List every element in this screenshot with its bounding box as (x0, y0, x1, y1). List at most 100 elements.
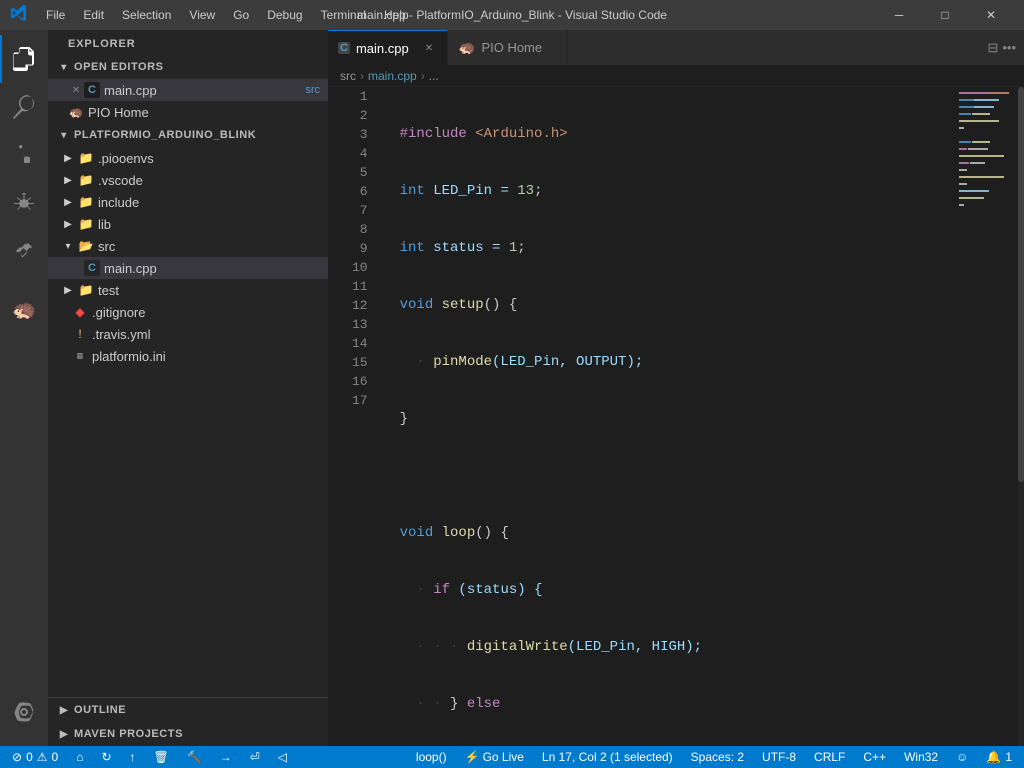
line-num-8: 8 (352, 220, 368, 239)
errors-indicator[interactable]: ⊘ 0 ⚠ 0 (8, 746, 62, 768)
tree-item-test[interactable]: ▶ 📁 test (48, 279, 328, 301)
code-line-9: · if (status) { (400, 581, 954, 600)
open-editors-chevron: ▾ (56, 59, 72, 75)
open-editor-main-cpp[interactable]: ✕ C main.cpp src (48, 79, 328, 101)
include-label: include (98, 195, 320, 210)
breadcrumb-main-cpp[interactable]: main.cpp (368, 69, 417, 83)
notifications-icon: 🔔 (986, 750, 1001, 764)
folder-icon: 📁 (78, 150, 94, 166)
settings-activity-icon[interactable] (0, 688, 48, 736)
breadcrumb: src › main.cpp › ... (328, 65, 1024, 87)
tree-item-gitignore[interactable]: ◆ .gitignore (48, 301, 328, 323)
open-editors-header[interactable]: ▾ Open Editors (48, 55, 328, 79)
sync-status[interactable]: ↻ (97, 746, 115, 768)
tab-pio-home-label: PIO Home (481, 40, 542, 55)
language-mode-label: C++ (863, 750, 886, 764)
platformio-activity-icon[interactable]: 🦔 (0, 285, 48, 333)
status-bar: ⊘ 0 ⚠ 0 ⌂ ↻ ↑ 🗑 🔨 → ⏎ ◁ loop() ⚡ Go Live… (0, 746, 1024, 768)
outline-header[interactable]: ▶ Outline (48, 698, 328, 722)
split-editor-icon[interactable]: ⊟ (987, 40, 998, 56)
minimap-canvas (954, 87, 1024, 487)
close-button[interactable]: ✕ (968, 0, 1014, 30)
project-header[interactable]: ▾ PlatformIO_Arduino_Blink (48, 123, 328, 147)
menu-selection[interactable]: Selection (114, 6, 179, 24)
language-mode[interactable]: C++ (859, 746, 890, 768)
tab-pio-home[interactable]: 🦔 PIO Home (448, 30, 568, 65)
function-context[interactable]: loop() (412, 746, 451, 768)
gitignore-label: .gitignore (92, 305, 320, 320)
maven-label: Maven Projects (74, 728, 183, 740)
breadcrumb-src[interactable]: src (340, 69, 356, 83)
build-status[interactable]: 🔨 (183, 746, 206, 768)
encoding[interactable]: UTF-8 (758, 746, 800, 768)
lib-label: lib (98, 217, 320, 232)
go-live-label: Go Live (483, 750, 524, 764)
status-right: loop() ⚡ Go Live Ln 17, Col 2 (1 selecte… (412, 746, 1016, 768)
tree-item-travis[interactable]: ! .travis.yml (48, 323, 328, 345)
arrow-status[interactable]: → (216, 746, 236, 768)
platform[interactable]: Win32 (900, 746, 942, 768)
error-count: 0 (26, 750, 33, 764)
sidebar-bottom: ▶ Outline ▶ Maven Projects (48, 697, 328, 746)
menu-view[interactable]: View (181, 6, 223, 24)
warning-count: 0 (52, 750, 59, 764)
maven-projects-header[interactable]: ▶ Maven Projects (48, 722, 328, 746)
breadcrumb-ellipsis[interactable]: ... (429, 69, 439, 83)
tree-item-platformio-ini[interactable]: ≡ platformio.ini (48, 345, 328, 367)
activity-bar: 🦔 (0, 30, 48, 746)
code-line-2: int LED_Pin = 13; (400, 182, 954, 201)
tree-item-src[interactable]: ▾ 📂 src (48, 235, 328, 257)
upload-status[interactable]: ↑ (126, 746, 140, 768)
home-status[interactable]: ⌂ (72, 746, 87, 768)
delete-status[interactable]: 🗑 (150, 746, 173, 768)
indentation[interactable]: Spaces: 2 (687, 746, 748, 768)
src-folder-open-icon: 📂 (78, 238, 94, 254)
explorer-activity-icon[interactable] (0, 35, 48, 83)
go-live-button[interactable]: ⚡ Go Live (461, 750, 528, 764)
platform-label: Win32 (904, 750, 938, 764)
code-line-4: void setup() { (400, 296, 954, 315)
minimize-button[interactable]: ─ (876, 0, 922, 30)
line-num-3: 3 (352, 125, 368, 144)
open-editor-pio-home[interactable]: 🦔 PIO Home (48, 101, 328, 123)
menu-file[interactable]: File (38, 6, 73, 24)
piooenvs-label: .piooenvs (98, 151, 320, 166)
code-line-3: int status = 1; (400, 239, 954, 258)
menu-debug[interactable]: Debug (259, 6, 310, 24)
notifications-button[interactable]: 🔔 1 (982, 746, 1016, 768)
code-editor[interactable]: 1 2 3 4 5 6 7 8 9 10 11 12 13 14 15 16 1 (328, 87, 954, 746)
travis-label: .travis.yml (92, 327, 320, 342)
source-control-activity-icon[interactable] (0, 131, 48, 179)
tab-more-button[interactable]: ⊟ ••• (979, 40, 1024, 56)
line-num-12: 12 (352, 296, 368, 315)
project-chevron: ▾ (56, 127, 72, 143)
line-num-11: 11 (352, 277, 368, 296)
menu-edit[interactable]: Edit (75, 6, 112, 24)
more-actions-icon[interactable]: ••• (1002, 40, 1016, 55)
tree-item-vscode[interactable]: ▶ 📁 .vscode (48, 169, 328, 191)
serial-status[interactable]: ⏎ (246, 746, 264, 768)
tab-main-cpp[interactable]: C main.cpp ✕ (328, 30, 448, 65)
open-editors-list: ✕ C main.cpp src 🦔 PIO Home (48, 79, 328, 123)
back-status[interactable]: ◁ (274, 746, 291, 768)
search-activity-icon[interactable] (0, 83, 48, 131)
feedback-button[interactable]: ☺ (952, 746, 972, 768)
code-content[interactable]: #include <Arduino.h> int LED_Pin = 13; i… (380, 87, 954, 746)
cursor-position[interactable]: Ln 17, Col 2 (1 selected) (538, 746, 677, 768)
extensions-activity-icon[interactable] (0, 227, 48, 275)
tree-item-include[interactable]: ▶ 📁 include (48, 191, 328, 213)
tree-item-lib[interactable]: ▶ 📁 lib (48, 213, 328, 235)
line-num-6: 6 (352, 182, 368, 201)
menu-go[interactable]: Go (225, 6, 257, 24)
debug-activity-icon[interactable] (0, 179, 48, 227)
close-main-cpp-icon[interactable]: ✕ (68, 82, 84, 98)
tree-item-main-cpp[interactable]: C main.cpp (48, 257, 328, 279)
maximize-button[interactable]: □ (922, 0, 968, 30)
tab-main-cpp-close[interactable]: ✕ (421, 40, 437, 56)
line-num-1: 1 (352, 87, 368, 106)
tree-item-piooenvs[interactable]: ▶ 📁 .piooenvs (48, 147, 328, 169)
line-ending[interactable]: CRLF (810, 746, 849, 768)
project-file-tree: ▶ 📁 .piooenvs ▶ 📁 .vscode ▶ 📁 include ▶ … (48, 147, 328, 697)
pio-home-label: PIO Home (88, 105, 320, 120)
platformio-ini-icon: ≡ (72, 348, 88, 364)
